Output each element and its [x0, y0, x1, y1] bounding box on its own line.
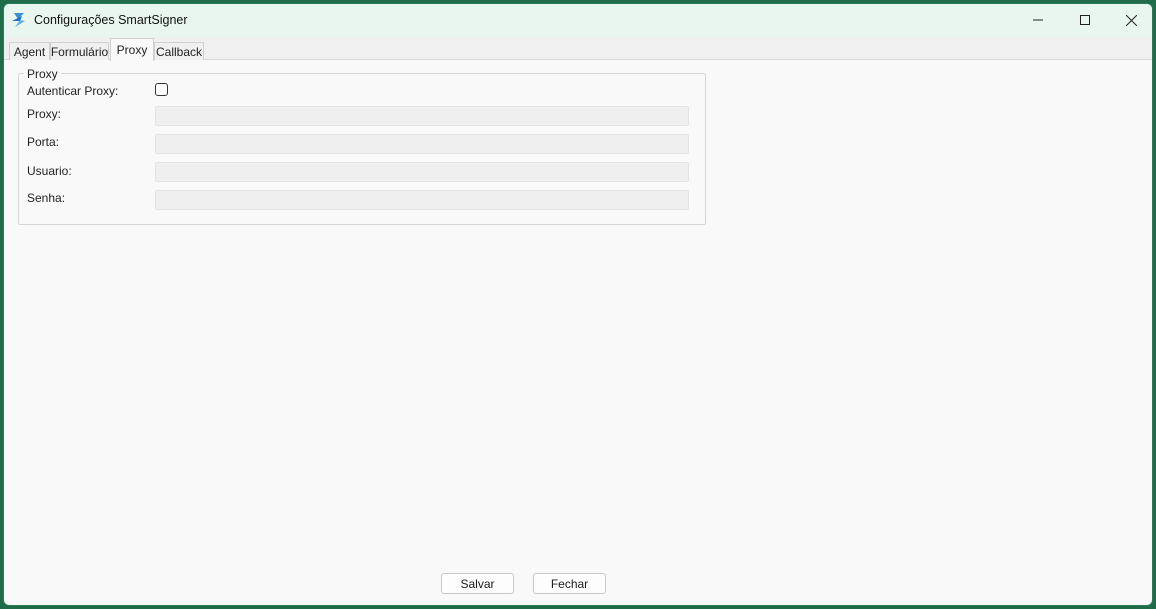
- maximize-button[interactable]: [1062, 4, 1108, 36]
- close-button[interactable]: Fechar: [533, 573, 606, 594]
- close-window-button[interactable]: [1108, 4, 1152, 36]
- usuario-label: Usuario:: [27, 164, 72, 178]
- auth-proxy-checkbox[interactable]: [155, 83, 168, 96]
- minimize-icon: [1033, 19, 1043, 21]
- usuario-input[interactable]: [155, 162, 689, 182]
- close-icon: [1125, 14, 1137, 26]
- tab-strip: Agent Formulário Proxy Callback: [4, 37, 1152, 61]
- senha-label: Senha:: [27, 191, 66, 205]
- tab-proxy[interactable]: Proxy: [110, 38, 154, 61]
- save-button[interactable]: Salvar: [441, 573, 514, 594]
- proxy-input[interactable]: [155, 106, 689, 126]
- smartsigner-logo-icon: [10, 11, 28, 29]
- senha-input[interactable]: [155, 190, 689, 210]
- minimize-button[interactable]: [1015, 4, 1061, 36]
- auth-proxy-label: Autenticar Proxy:: [27, 84, 119, 98]
- tab-agent[interactable]: Agent: [9, 42, 50, 60]
- title-bar[interactable]: Configurações SmartSigner: [4, 4, 1152, 37]
- tab-callback[interactable]: Callback: [154, 42, 204, 60]
- porta-label: Porta:: [27, 135, 60, 149]
- porta-input[interactable]: [155, 134, 689, 154]
- maximize-icon: [1080, 15, 1090, 25]
- settings-window: Configurações SmartSigner Agent Formulár…: [3, 3, 1153, 606]
- tab-formulario[interactable]: Formulário: [50, 42, 109, 60]
- window-title: Configurações SmartSigner: [34, 13, 188, 27]
- proxy-label: Proxy:: [27, 107, 62, 121]
- proxy-group-legend: Proxy: [24, 67, 61, 81]
